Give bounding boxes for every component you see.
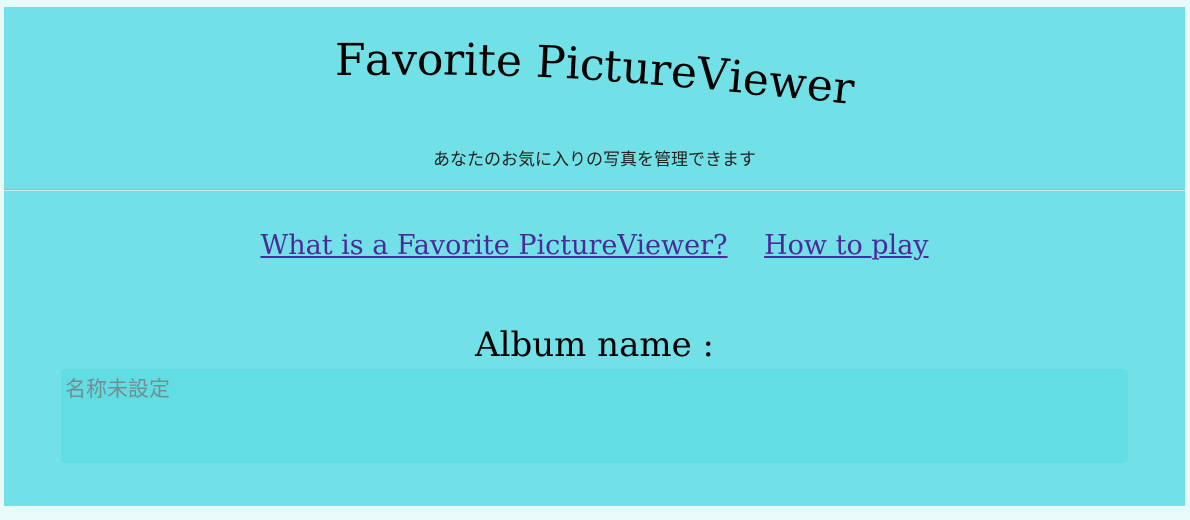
- page-title: Favorite PictureViewer: [4, 34, 1185, 114]
- title-letter: u: [620, 42, 652, 95]
- nav-links: What is a Favorite PictureViewer? How to…: [4, 230, 1185, 261]
- how-to-play-link[interactable]: How to play: [764, 230, 928, 261]
- page-subtitle: あなたのお気に入りの写真を管理できます: [433, 150, 756, 170]
- title-letter: w: [766, 55, 810, 111]
- what-is-link[interactable]: What is a Favorite PictureViewer?: [260, 230, 727, 261]
- title-letter: e: [494, 35, 523, 88]
- title-letter: c: [578, 39, 606, 92]
- title-letter: P: [534, 36, 567, 89]
- album-name-input[interactable]: [61, 369, 1128, 463]
- title-text: Favorite PictureViewer: [334, 34, 857, 114]
- album-name-label: Album name :: [475, 325, 714, 365]
- title-letter: r: [442, 34, 465, 86]
- title-letter: r: [830, 62, 857, 115]
- page-header: Favorite PictureViewer あなたのお気に入りの写真を管理でき…: [4, 7, 1185, 190]
- title-letter: a: [365, 34, 392, 86]
- title-letter: o: [416, 34, 444, 86]
- app-frame: Favorite PictureViewer あなたのお気に入りの写真を管理でき…: [4, 7, 1185, 506]
- title-letter: F: [334, 35, 366, 86]
- title-letter: t: [477, 34, 497, 87]
- title-letter: v: [391, 34, 417, 86]
- title-letter: V: [695, 48, 732, 102]
